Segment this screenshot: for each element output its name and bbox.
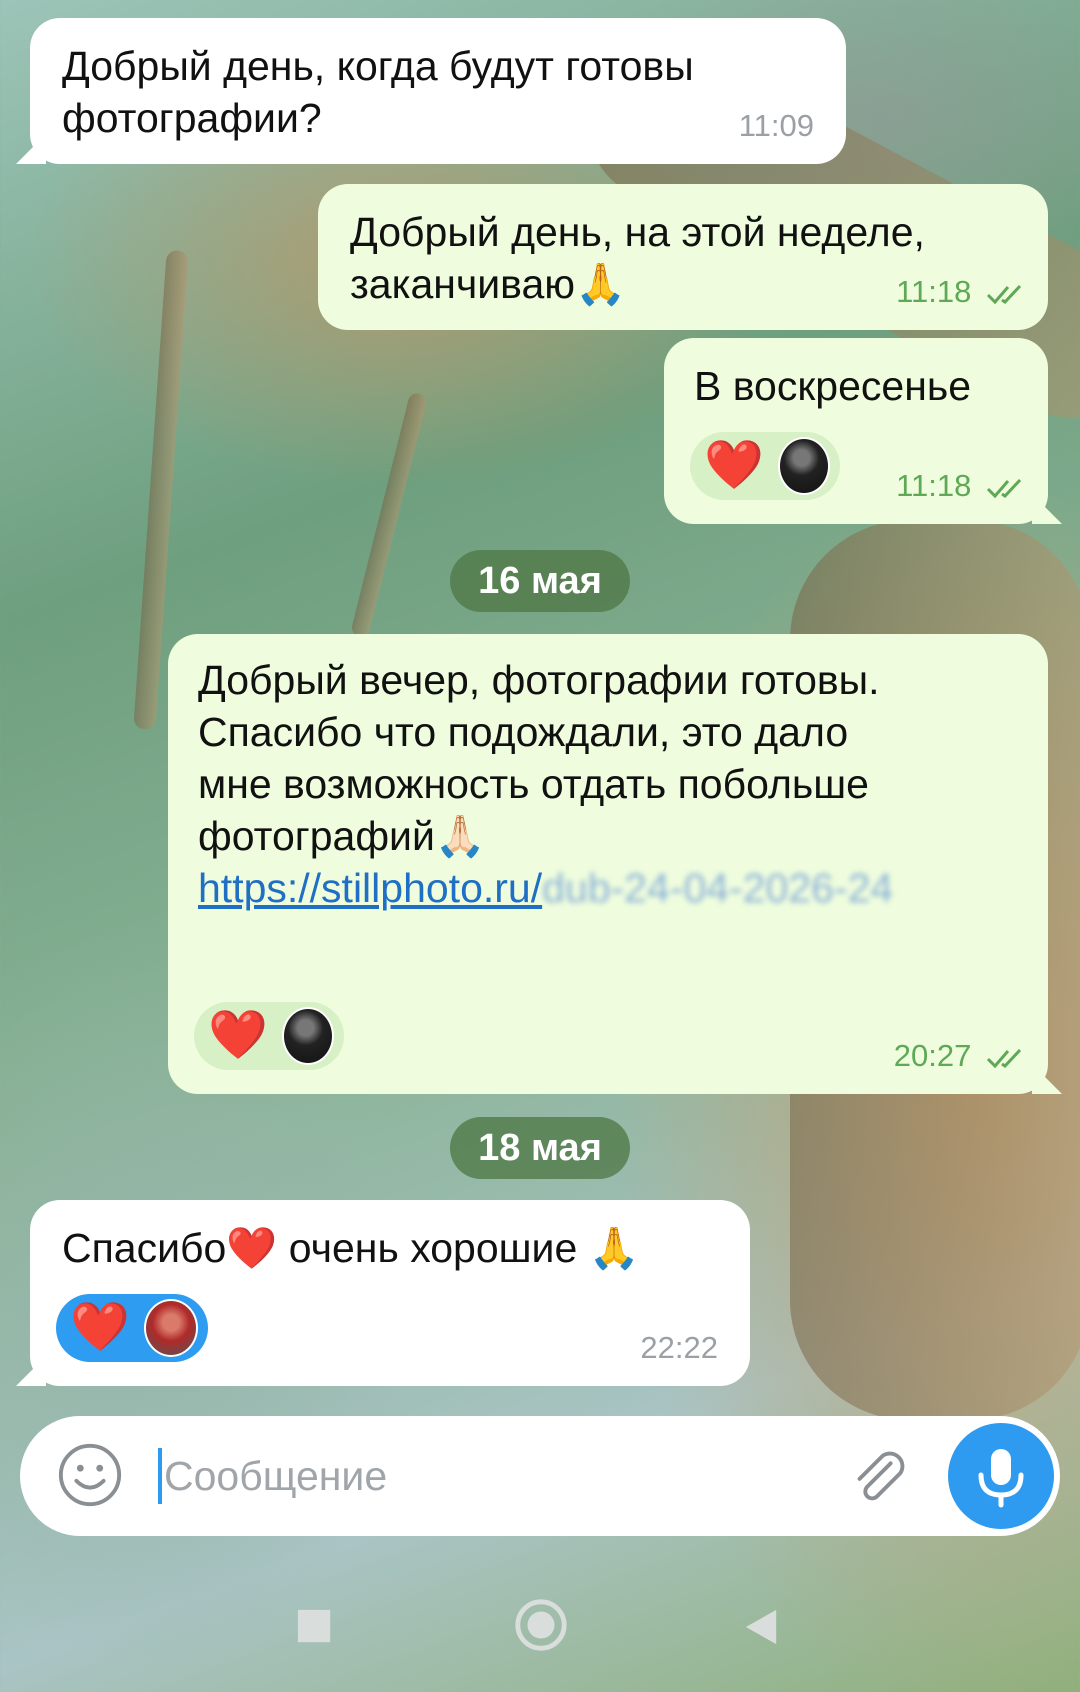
message-time: 20:27 xyxy=(894,1030,1030,1082)
message-input[interactable]: Сообщение xyxy=(158,1444,798,1508)
message-bubble-incoming[interactable]: Добрый день, когда будут готовы фотограф… xyxy=(16,18,846,164)
link-url[interactable]: https://stillphoto.ru/ xyxy=(198,865,542,911)
reaction-chip[interactable]: ❤️ xyxy=(690,432,840,500)
message-bubble-incoming[interactable]: Спасибо❤️ очень хорошие 🙏 ❤️ 22:22 xyxy=(16,1200,750,1386)
paperclip-icon[interactable] xyxy=(844,1442,912,1510)
reactor-avatar xyxy=(143,1299,198,1357)
microphone-button[interactable] xyxy=(948,1423,1054,1529)
heart-icon: ❤️ xyxy=(208,1009,268,1062)
message-link[interactable]: https://stillphoto.ru/dub-24-04-2026-24 xyxy=(198,862,1018,914)
double-check-icon xyxy=(986,478,1022,499)
text-caret xyxy=(158,1448,162,1504)
bubble-tail xyxy=(1032,494,1062,524)
double-check-icon xyxy=(986,1048,1022,1069)
message-time-label: 11:18 xyxy=(896,468,972,503)
message-bubble-outgoing[interactable]: Добрый день, на этой неделе, заканчиваю🙏… xyxy=(318,184,1048,330)
message-composer: Сообщение xyxy=(20,1416,1060,1536)
date-separator: 16 мая xyxy=(450,550,630,612)
heart-icon: ❤️ xyxy=(70,1301,130,1354)
message-text: Добрый вечер, фотографии готовы. Спасибо… xyxy=(198,657,880,859)
bubble-tail xyxy=(16,134,46,164)
reactor-avatar xyxy=(281,1007,334,1065)
system-navigation-bar xyxy=(0,1560,1080,1692)
microphone-icon xyxy=(978,1449,1024,1508)
message-bubble-outgoing[interactable]: Добрый вечер, фотографии готовы. Спасибо… xyxy=(168,634,1062,1094)
message-text: В воскресенье xyxy=(694,363,972,409)
bubble-tail xyxy=(16,1356,46,1386)
date-separator: 18 мая xyxy=(450,1117,630,1179)
background-rope xyxy=(350,391,428,639)
reaction-chip[interactable]: ❤️ xyxy=(194,1002,344,1070)
message-bubble-outgoing[interactable]: В воскресенье ❤️ 11:18 xyxy=(664,338,1062,524)
input-placeholder: Сообщение xyxy=(164,1453,388,1499)
message-time: 22:22 xyxy=(640,1330,718,1365)
message-text: Спасибо❤️ очень хорошие 🙏 xyxy=(62,1225,640,1271)
message-time: 11:18 xyxy=(896,266,1030,318)
smile-icon[interactable] xyxy=(56,1441,124,1509)
message-time-label: 11:18 xyxy=(896,274,972,309)
message-time: 11:18 xyxy=(896,460,1030,512)
circle-home-icon[interactable] xyxy=(512,1596,570,1654)
link-blurred-part: dub-24-04-2026-24 xyxy=(542,865,894,911)
message-time: 11:09 xyxy=(738,108,814,143)
square-recents-icon[interactable] xyxy=(296,1608,334,1646)
reaction-chip[interactable]: ❤️ xyxy=(56,1294,208,1362)
message-time-label: 20:27 xyxy=(893,1038,972,1073)
reactor-avatar xyxy=(777,437,830,495)
triangle-back-icon[interactable] xyxy=(742,1608,780,1646)
message-text: Добрый день, когда будут готовы фотограф… xyxy=(62,43,694,141)
heart-icon: ❤️ xyxy=(704,439,764,492)
double-check-icon xyxy=(986,284,1022,305)
